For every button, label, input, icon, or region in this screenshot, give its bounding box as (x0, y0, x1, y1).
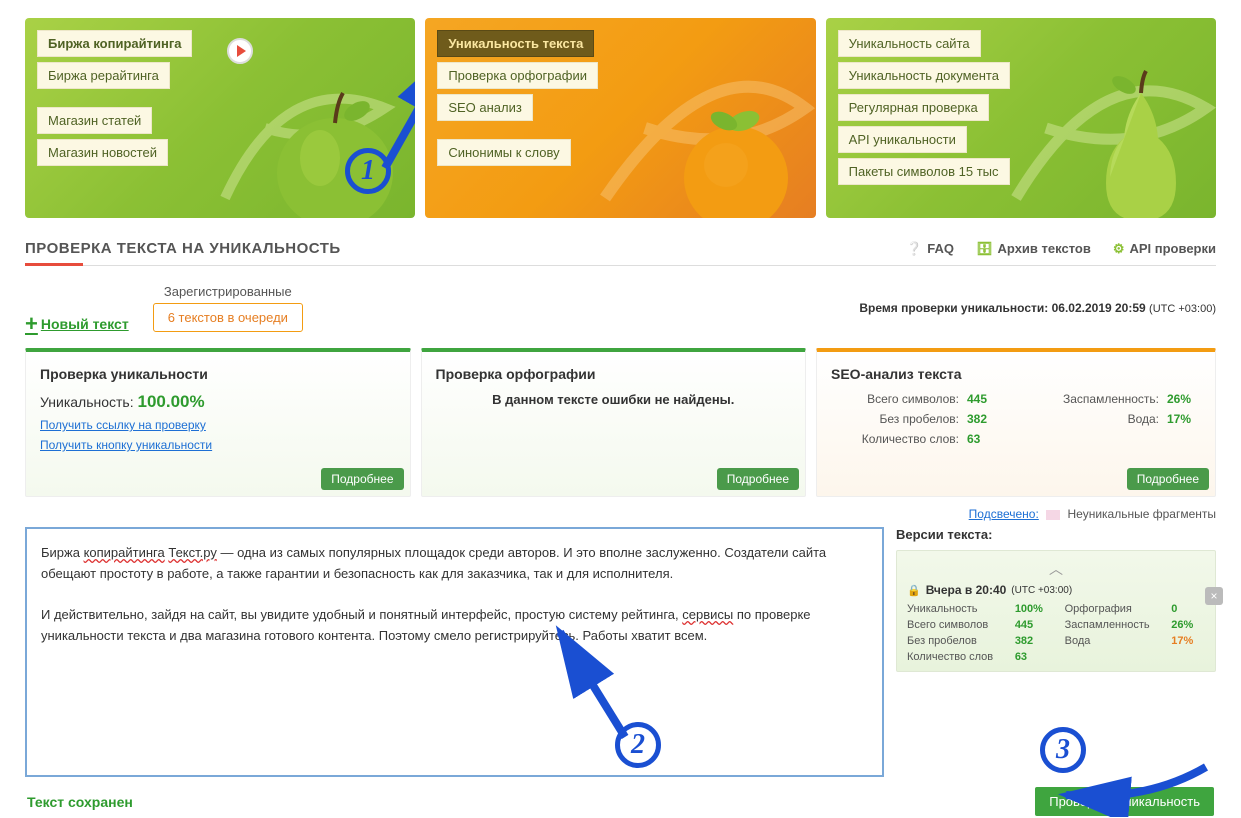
check-time: Время проверки уникальности: 06.02.2019 … (859, 301, 1216, 315)
text-editor[interactable]: Биржа копирайтинга Текст.ру — одна из са… (25, 527, 884, 777)
spellcheck-message: В данном тексте ошибки не найдены. (436, 392, 792, 407)
link-text-uniqueness[interactable]: Уникальность текста (437, 30, 594, 57)
link-news-shop[interactable]: Магазин новостей (37, 139, 168, 166)
get-uniqueness-button-link[interactable]: Получить кнопку уникальности (40, 438, 396, 452)
pear-icon (1076, 63, 1206, 218)
highlight-label: Неуникальные фрагменты (1067, 507, 1216, 521)
panel-seo-title: SEO-анализ текста (831, 366, 1201, 382)
panel-spellcheck-title: Проверка орфографии (436, 366, 792, 382)
seo-stats: Всего символов:445 Без пробелов:382 Коли… (831, 392, 1201, 446)
panel-uniqueness: Проверка уникальности Уникальность: 100.… (25, 348, 411, 497)
api-link[interactable]: ⚙API проверки (1113, 241, 1216, 257)
version-card[interactable]: ︿ 🔒Вчера в 20:40 (UTC +03:00) Уникальнос… (896, 550, 1216, 672)
saved-row: Текст сохранен Проверить уникальность 3 (25, 787, 1216, 816)
get-check-link[interactable]: Получить ссылку на проверку (40, 418, 396, 432)
banner-uniqueness: Уникальность текста Проверка орфографии … (425, 18, 815, 218)
chevron-up-icon[interactable]: ︿ (907, 559, 1205, 579)
version-timestamp: 🔒Вчера в 20:40 (UTC +03:00) (907, 583, 1205, 597)
version-stats: Уникальность100%Орфография0 Всего символ… (907, 603, 1205, 663)
banner-site-uniqueness: Уникальность сайта Уникальность документ… (826, 18, 1216, 218)
top-links: ❔FAQ 🗄Архив текстов ⚙API проверки (906, 241, 1216, 257)
link-rewriting-exchange[interactable]: Биржа рерайтинга (37, 62, 170, 89)
banner-copywriting: Биржа копирайтинга Биржа рерайтинга Мага… (25, 18, 415, 218)
panel-seo: SEO-анализ текста Всего символов:445 Без… (816, 348, 1216, 497)
more-button-seo[interactable]: Подробнее (1127, 468, 1209, 490)
saved-label: Текст сохранен (27, 794, 133, 810)
link-regular-check[interactable]: Регулярная проверка (838, 94, 989, 121)
versions-title: Версии текста: (896, 527, 1216, 542)
link-spellcheck[interactable]: Проверка орфографии (437, 62, 598, 89)
play-icon[interactable] (227, 38, 253, 64)
more-button-uniqueness[interactable]: Подробнее (321, 468, 403, 490)
link-api-uniqueness[interactable]: API уникальности (838, 126, 967, 153)
orange-icon (666, 83, 806, 218)
queue-label: Зарегистрированные (153, 284, 303, 299)
link-articles-shop[interactable]: Магазин статей (37, 107, 152, 134)
page-title-row: ПРОВЕРКА ТЕКСТА НА УНИКАЛЬНОСТЬ ❔FAQ 🗄Ар… (25, 228, 1216, 266)
annotation-number-1: 1 (345, 148, 391, 194)
annotation-number-2: 2 (615, 722, 661, 768)
archive-icon: 🗄 (976, 241, 993, 257)
uniqueness-value: Уникальность: 100.00% (40, 392, 396, 412)
highlighted-link[interactable]: Подсвечено: (969, 507, 1039, 521)
close-icon[interactable]: × (1205, 587, 1223, 605)
panel-spellcheck: Проверка орфографии В данном тексте ошиб… (421, 348, 807, 497)
link-site-uniqueness[interactable]: Уникальность сайта (838, 30, 981, 57)
content-row: Биржа копирайтинга Текст.ру — одна из са… (25, 527, 1216, 777)
sub-row: +Новый текст Зарегистрированные 6 тексто… (25, 266, 1216, 340)
archive-link[interactable]: 🗄Архив текстов (976, 241, 1091, 257)
queue-box: Зарегистрированные 6 текстов в очереди (153, 284, 303, 332)
panel-uniqueness-title: Проверка уникальности (40, 366, 396, 382)
link-symbol-packs[interactable]: Пакеты символов 15 тыс (838, 158, 1010, 185)
queue-link[interactable]: 6 текстов в очереди (153, 303, 303, 332)
link-copywriting-exchange[interactable]: Биржа копирайтинга (37, 30, 192, 57)
faq-link[interactable]: ❔FAQ (906, 241, 954, 257)
link-seo-analysis[interactable]: SEO анализ (437, 94, 533, 121)
help-icon: ❔ (906, 241, 922, 257)
new-text-button[interactable]: +Новый текст (25, 316, 129, 332)
annotation-number-3: 3 (1040, 727, 1086, 773)
highlight-chip (1046, 510, 1060, 520)
highlight-row: Подсвечено: Неуникальные фрагменты (25, 497, 1216, 527)
link-synonyms[interactable]: Синонимы к слову (437, 139, 570, 166)
page-title: ПРОВЕРКА ТЕКСТА НА УНИКАЛЬНОСТЬ (25, 240, 341, 257)
panels: Проверка уникальности Уникальность: 100.… (25, 348, 1216, 497)
gear-icon: ⚙ (1113, 241, 1125, 257)
lock-icon: 🔒 (907, 584, 921, 597)
top-banners: Биржа копирайтинга Биржа рерайтинга Мага… (0, 0, 1241, 228)
plus-icon: + (25, 317, 38, 331)
more-button-spellcheck[interactable]: Подробнее (717, 468, 799, 490)
link-document-uniqueness[interactable]: Уникальность документа (838, 62, 1010, 89)
